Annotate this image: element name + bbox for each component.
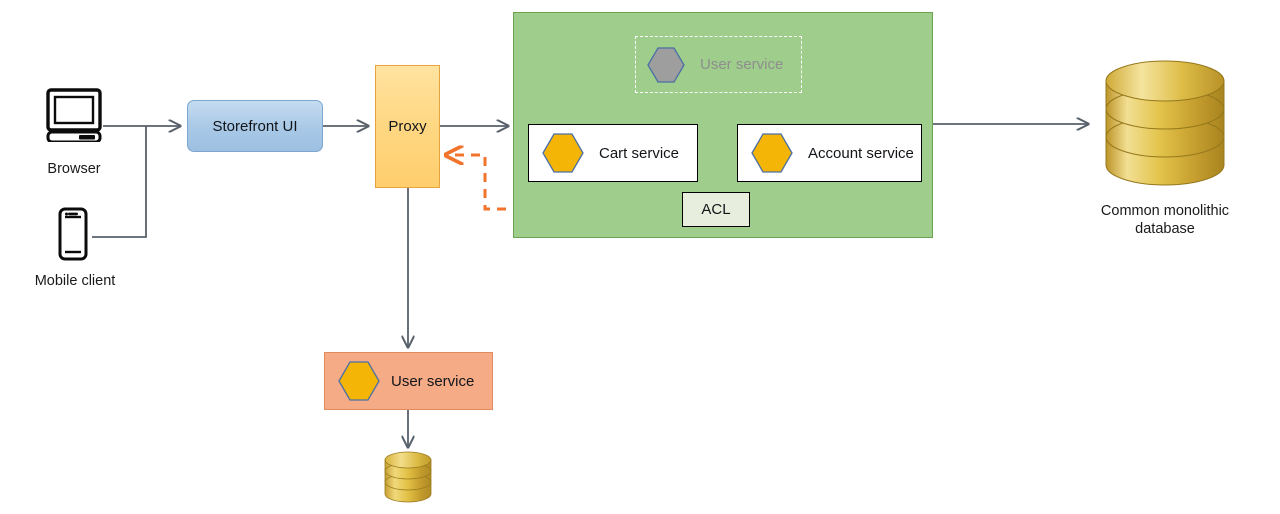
account-service-label: Account service [808, 144, 914, 162]
monolith-database-icon [1100, 55, 1230, 200]
account-service-node[interactable]: Account service [737, 124, 922, 182]
user-service-database-icon [381, 447, 435, 512]
acl-node[interactable]: ACL [682, 192, 750, 227]
monolith-database-label: Common monolithic database [1100, 203, 1230, 237]
storefront-ui-label: Storefront UI [212, 117, 298, 135]
architecture-diagram: Browser Mobile client Storefront UI Prox… [0, 0, 1280, 514]
user-service-label: User service [391, 372, 475, 390]
ghost-user-service-label: User service [700, 56, 784, 73]
hexagon-gray-icon [647, 46, 685, 83]
hexagon-gold-icon [338, 361, 380, 401]
proxy-node[interactable]: Proxy [375, 65, 440, 188]
storefront-ui-node[interactable]: Storefront UI [187, 100, 323, 152]
hexagon-gold-icon [751, 133, 793, 173]
monitor-icon [46, 88, 102, 147]
hexagon-gold-icon [542, 133, 584, 173]
mobile-client-label: Mobile client [34, 273, 116, 289]
ghost-user-service-node[interactable]: User service [635, 36, 802, 93]
proxy-label: Proxy [388, 118, 427, 135]
acl-label: ACL [701, 201, 731, 218]
browser-label: Browser [47, 161, 101, 177]
smartphone-icon [58, 207, 88, 266]
cart-service-label: Cart service [599, 144, 680, 162]
user-service-node[interactable]: User service [324, 352, 493, 410]
cart-service-node[interactable]: Cart service [528, 124, 698, 182]
